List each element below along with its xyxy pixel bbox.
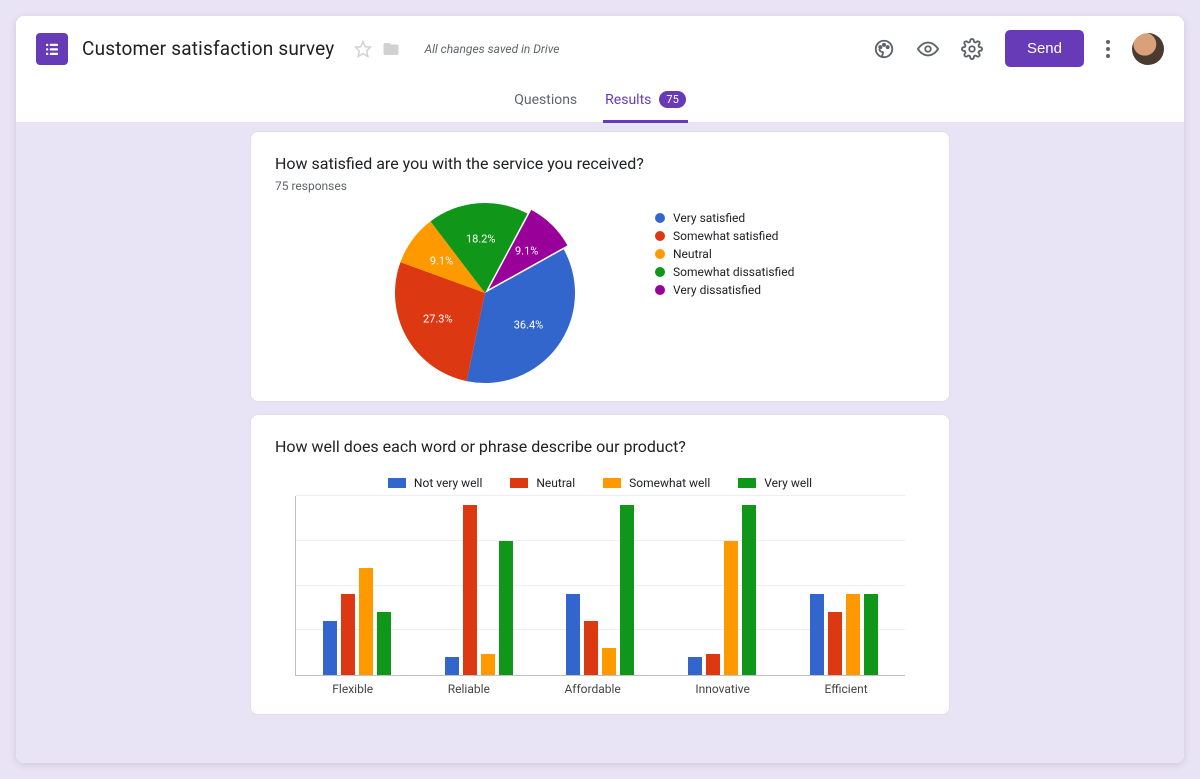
- bar-chart: Not very well Neutral Somewhat well Very we…: [275, 476, 925, 696]
- x-tick-label: Reliable: [448, 682, 490, 696]
- document-title[interactable]: Customer satisfaction survey: [82, 37, 334, 60]
- x-tick-label: Affordable: [564, 682, 620, 696]
- bar: [724, 541, 738, 675]
- bar: [341, 594, 355, 675]
- bar: [828, 612, 842, 675]
- bar-group: [445, 496, 513, 675]
- legend-item: Very dissatisfied: [655, 283, 794, 297]
- response-count-label: 75 responses: [275, 179, 925, 193]
- bar: [706, 654, 720, 675]
- bar: [810, 594, 824, 675]
- header-actions: Send: [873, 30, 1164, 67]
- legend-swatch: [655, 267, 665, 277]
- legend-swatch: [510, 478, 528, 488]
- bar: [864, 594, 878, 675]
- legend-label: Somewhat well: [629, 476, 710, 490]
- preview-eye-icon[interactable]: [917, 38, 939, 60]
- legend-item: Somewhat dissatisfied: [655, 265, 794, 279]
- legend-swatch: [603, 478, 621, 488]
- tab-label: Questions: [514, 92, 577, 108]
- content-column: How satisfied are you with the service y…: [250, 123, 950, 763]
- legend-label: Neutral: [673, 247, 712, 261]
- pie-chart: 9.1%18.2%9.1%36.4%27.3%: [395, 203, 575, 383]
- bar-legend: Not very well Neutral Somewhat well Very we…: [275, 476, 925, 490]
- bar: [742, 505, 756, 675]
- legend-item: Neutral: [655, 247, 794, 261]
- bar: [584, 621, 598, 675]
- question-card-1: How satisfied are you with the service y…: [250, 131, 950, 402]
- legend-label: Somewhat dissatisfied: [673, 265, 794, 279]
- legend-item: Not very well: [388, 476, 482, 490]
- forms-logo-icon[interactable]: [36, 33, 68, 65]
- legend-item: Neutral: [510, 476, 575, 490]
- legend-item: Very well: [738, 476, 812, 490]
- folder-icon[interactable]: [382, 40, 400, 58]
- tab-results[interactable]: Results 75: [603, 81, 688, 123]
- legend-swatch: [655, 213, 665, 223]
- palette-icon[interactable]: [873, 38, 895, 60]
- bar-group: [688, 496, 756, 675]
- tab-bar: Questions Results 75: [16, 75, 1184, 123]
- legend-label: Very satisfied: [673, 211, 745, 225]
- legend-label: Neutral: [536, 476, 575, 490]
- legend-label: Very well: [764, 476, 812, 490]
- pie-legend: Very satisfied Somewhat satisfied Neutral S…: [655, 211, 794, 297]
- x-tick-label: Flexible: [332, 682, 373, 696]
- content-area: How satisfied are you with the service y…: [16, 123, 1184, 763]
- star-icon[interactable]: [354, 40, 372, 58]
- user-avatar[interactable]: [1132, 33, 1164, 65]
- header-bar: Customer satisfaction survey All changes…: [16, 16, 1184, 75]
- legend-swatch: [738, 478, 756, 488]
- bar: [688, 657, 702, 675]
- legend-label: Very dissatisfied: [673, 283, 761, 297]
- bar-x-axis: Flexible Reliable Affordable Innovative Effi…: [295, 682, 905, 696]
- bar-group: [810, 496, 878, 675]
- bar: [620, 505, 634, 675]
- bar: [359, 568, 373, 675]
- bar-group: [323, 496, 391, 675]
- legend-label: Somewhat satisfied: [673, 229, 778, 243]
- bar: [499, 541, 513, 675]
- bar-plot-area: [295, 496, 905, 676]
- settings-gear-icon[interactable]: [961, 38, 983, 60]
- legend-swatch: [388, 478, 406, 488]
- question-card-2: How well does each word or phrase descri…: [250, 414, 950, 715]
- more-menu-icon[interactable]: [1106, 40, 1110, 58]
- legend-swatch: [655, 285, 665, 295]
- bar: [377, 612, 391, 675]
- legend-item: Somewhat well: [603, 476, 710, 490]
- question-title: How satisfied are you with the service y…: [275, 154, 925, 173]
- legend-item: Very satisfied: [655, 211, 794, 225]
- legend-label: Not very well: [414, 476, 482, 490]
- bar: [602, 648, 616, 675]
- app-window: Customer satisfaction survey All changes…: [16, 16, 1184, 763]
- save-status-text: All changes saved in Drive: [424, 42, 559, 56]
- send-button[interactable]: Send: [1005, 30, 1084, 67]
- x-tick-label: Innovative: [695, 682, 749, 696]
- bar: [463, 505, 477, 675]
- tab-questions[interactable]: Questions: [512, 81, 579, 123]
- bar: [481, 654, 495, 675]
- legend-swatch: [655, 249, 665, 259]
- legend-item: Somewhat satisfied: [655, 229, 794, 243]
- question-title: How well does each word or phrase descri…: [275, 437, 925, 456]
- results-count-badge: 75: [659, 91, 685, 108]
- tab-label: Results: [605, 92, 651, 108]
- legend-swatch: [655, 231, 665, 241]
- bar: [846, 594, 860, 675]
- bar: [445, 657, 459, 675]
- x-tick-label: Efficient: [824, 682, 867, 696]
- bar-group: [566, 496, 634, 675]
- bar: [323, 621, 337, 675]
- bar: [566, 594, 580, 675]
